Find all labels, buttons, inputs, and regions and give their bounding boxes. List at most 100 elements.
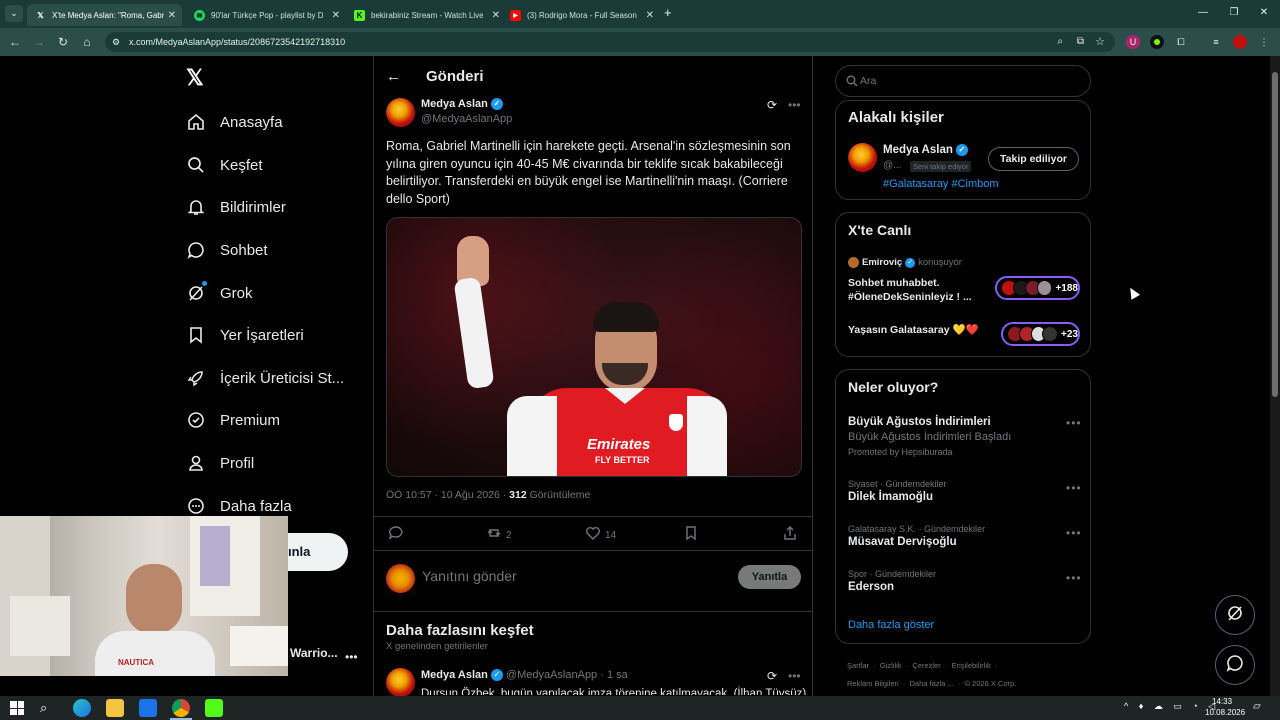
trend-more-icon[interactable]: ••• [1066, 526, 1082, 540]
footer-links[interactable]: Reklam Bilgileri · Daha fazla ... · © 20… [847, 679, 1016, 688]
edge-icon[interactable] [73, 699, 91, 717]
trend-item[interactable]: Büyük Ağustos İndirimleri Büyük Ağustos … [848, 416, 1078, 457]
post-timestamp[interactable]: ÖÖ 10:57 · 10 Ağu 2026 · [386, 489, 509, 501]
forward-button[interactable]: → [31, 34, 47, 50]
related-hashtags[interactable]: #Galatasaray #Cimbom [883, 178, 999, 190]
media-control-icon[interactable]: ≡ [1209, 35, 1223, 49]
my-avatar[interactable] [386, 564, 415, 593]
sidebar-item-notifications[interactable]: Bildirimler [186, 192, 286, 222]
close-tab-icon[interactable]: ✕ [332, 10, 340, 21]
bookmark-action[interactable] [683, 525, 699, 546]
repost-action[interactable]: 2 [486, 525, 512, 546]
sidebar-item-grok[interactable]: Grok [186, 278, 253, 308]
browser-tab-kick[interactable]: K bekirabiniz Stream - Watch Live ✕ [346, 4, 506, 26]
search-input[interactable]: Ara [835, 65, 1091, 97]
live-host-name[interactable]: Emiroviç [862, 257, 902, 268]
tab-search-button[interactable]: ⌄ [5, 5, 23, 22]
taskbar-search-icon[interactable]: ⌕ [40, 700, 47, 716]
sidebar-item-profile[interactable]: Profil [186, 448, 254, 478]
sidebar-item-bookmarks[interactable]: Yer İşaretleri [186, 320, 304, 350]
sidebar-item-premium[interactable]: Premium [186, 405, 280, 435]
close-window-button[interactable]: ✕ [1254, 5, 1274, 21]
scrollbar-thumb[interactable] [1272, 72, 1278, 397]
messages-floating-button[interactable] [1215, 645, 1255, 685]
trend-category: Siyaset · Gündemdekiler [848, 479, 947, 489]
file-explorer-icon[interactable] [106, 699, 124, 717]
related-handle[interactable]: @... [883, 160, 902, 171]
trend-more-icon[interactable]: ••• [1066, 481, 1082, 495]
live-space-listeners[interactable]: +188 [995, 276, 1080, 300]
author-handle[interactable]: @MedyaAslanApp [421, 113, 512, 125]
close-tab-icon[interactable]: ✕ [168, 10, 176, 21]
post-image[interactable]: Emirates FLY BETTER [386, 217, 802, 477]
minimize-button[interactable]: — [1193, 5, 1213, 21]
close-tab-icon[interactable]: ✕ [492, 10, 500, 21]
windows-start-icon[interactable] [10, 701, 24, 715]
browser-menu-icon[interactable]: ⋮ [1257, 35, 1271, 49]
browser-tab-youtube[interactable]: ▶ (3) Rodrigo Mora - Full Season ✕ [502, 4, 660, 26]
trend-item[interactable]: Spor · Gündemdekiler Ederson [848, 569, 1078, 593]
grok-analyze-icon[interactable]: ⟳ [767, 669, 777, 683]
related-avatar[interactable] [848, 143, 877, 172]
author-avatar[interactable] [386, 668, 415, 697]
author-name[interactable]: Medya Aslan [421, 669, 488, 681]
restore-button[interactable]: ❐ [1224, 5, 1244, 21]
show-more-link[interactable]: Daha fazla göster [848, 619, 934, 631]
footer-links[interactable]: Şartlar · Gizlilik · Çerezler · Erişileb… [847, 661, 997, 670]
back-arrow-icon[interactable]: ← [386, 68, 401, 85]
sidebar-item-home[interactable]: Anasayfa [186, 107, 283, 137]
reply-input[interactable]: Yanıtını gönder [422, 568, 517, 584]
close-tab-icon[interactable]: ✕ [646, 10, 654, 21]
sidebar-item-explore[interactable]: Keşfet [186, 150, 263, 180]
extension-icon[interactable] [1150, 35, 1164, 49]
browser-tab-spotify[interactable]: ≋ 90'lar Türkçe Pop - playlist by D ✕ [186, 4, 346, 26]
grok-analyze-icon[interactable]: ⟳ [767, 98, 777, 112]
kick-icon: K [354, 9, 365, 21]
trend-more-icon[interactable]: ••• [1066, 416, 1082, 430]
author-name[interactable]: Medya Aslan [421, 98, 488, 110]
extensions-puzzle-icon[interactable]: ⧠ [1174, 35, 1188, 49]
grok-floating-button[interactable] [1215, 595, 1255, 635]
sidebar-item-label: Daha fazla [220, 497, 292, 515]
page-scrollbar[interactable] [1270, 56, 1280, 696]
reload-button[interactable]: ↻ [55, 34, 71, 50]
reply-action[interactable] [388, 525, 404, 546]
extension-icon[interactable]: U [1126, 35, 1140, 49]
trend-item[interactable]: Siyaset · Gündemdekiler Dilek İmamoğlu [848, 479, 1078, 503]
chrome-icon[interactable] [172, 699, 190, 717]
trend-more-icon[interactable]: ••• [1066, 571, 1082, 585]
sidebar-item-chat[interactable]: Sohbet [186, 235, 268, 265]
clock-time[interactable]: 14:33 [1212, 697, 1232, 706]
bookmark-star-icon[interactable]: ☆ [1095, 32, 1105, 52]
reply-button[interactable]: Yanıtla [738, 565, 801, 589]
author-handle[interactable]: @MedyaAslanApp · 1 sa [506, 669, 628, 681]
related-name[interactable]: Medya Aslan [883, 144, 953, 156]
trend-item[interactable]: Galatasaray S.K. · Gündemdekiler Müsavat… [848, 524, 1078, 548]
site-info-icon[interactable]: ⚙ [112, 32, 120, 52]
post-more-icon[interactable]: ••• [788, 98, 801, 112]
new-tab-button[interactable]: + [664, 5, 672, 20]
kick-app-icon[interactable] [205, 699, 223, 717]
live-space-title[interactable]: Yaşasın Galatasaray 💛❤️ [848, 323, 979, 336]
post-more-icon[interactable]: ••• [788, 669, 801, 683]
install-app-icon[interactable]: ⧉ [1077, 32, 1084, 52]
back-button[interactable]: ← [7, 34, 23, 50]
like-action[interactable]: 14 [585, 525, 616, 546]
notification-center-icon[interactable]: ▱ [1253, 701, 1261, 712]
live-space-listeners[interactable]: +23 [1001, 322, 1080, 346]
account-more-icon[interactable]: ••• [345, 650, 358, 664]
share-action[interactable] [782, 525, 798, 546]
author-avatar[interactable] [386, 98, 415, 127]
following-button[interactable]: Takip ediliyor [988, 147, 1079, 171]
x-logo-icon[interactable]: 𝕏 [186, 66, 210, 90]
zoom-icon[interactable]: ⌕ [1057, 32, 1063, 52]
outlook-icon[interactable] [139, 699, 157, 717]
home-button[interactable]: ⌂ [79, 34, 95, 50]
url-field[interactable]: ⚙ x.com/MedyaAslanApp/status/20867235421… [105, 32, 1115, 52]
live-space-title[interactable]: Sohbet muhabbet. #ÖleneDekSeninleyiz ! .… [848, 276, 988, 304]
clock-date[interactable]: 10.08.2026 [1205, 708, 1245, 717]
profile-avatar-icon[interactable] [1233, 35, 1247, 49]
account-name[interactable]: Warrio... [290, 646, 338, 660]
browser-tab-x[interactable]: 𝕏 X'te Medya Aslan: "Roma, Gabri ✕ [27, 4, 182, 26]
sidebar-item-creator-studio[interactable]: İçerik Üreticisi St... [186, 363, 344, 393]
